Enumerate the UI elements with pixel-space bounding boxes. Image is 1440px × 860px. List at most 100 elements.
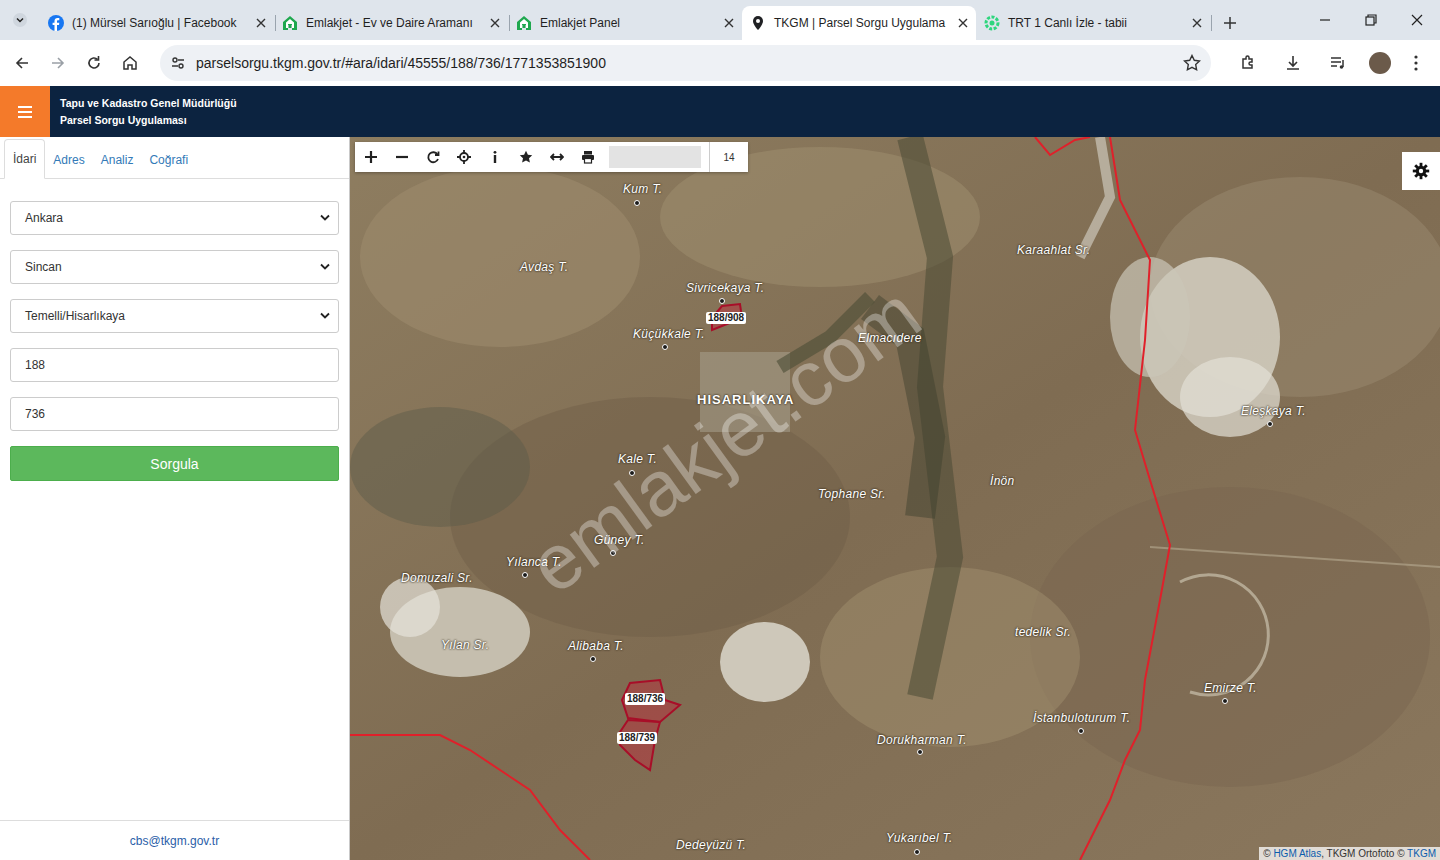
menu-button[interactable] bbox=[1398, 45, 1434, 81]
print-button[interactable] bbox=[572, 142, 603, 172]
parcel-shape[interactable] bbox=[622, 680, 680, 722]
parcel-shape[interactable] bbox=[618, 720, 660, 770]
profile-button[interactable] bbox=[1362, 45, 1398, 81]
district-select[interactable]: Sincan bbox=[10, 250, 339, 284]
gear-icon[interactable] bbox=[1412, 162, 1430, 180]
refresh-icon[interactable] bbox=[426, 150, 440, 164]
chevron-down-icon[interactable] bbox=[320, 214, 330, 222]
media-control-icon[interactable] bbox=[1329, 54, 1347, 72]
back-button[interactable] bbox=[4, 45, 40, 81]
print-icon[interactable] bbox=[581, 150, 595, 164]
panel-tabs: İdariAdresAnalizCoğrafi bbox=[0, 137, 349, 179]
attribution-link[interactable]: TKGM bbox=[1407, 848, 1436, 859]
forward-button[interactable] bbox=[40, 45, 76, 81]
parcel-label[interactable]: 188/908 bbox=[706, 312, 746, 324]
neighborhood-select[interactable]: Temelli/Hisarlıkaya bbox=[10, 299, 339, 333]
bookmark-star-icon[interactable] bbox=[1183, 54, 1201, 72]
window-control[interactable] bbox=[1394, 0, 1440, 40]
hamburger-icon[interactable] bbox=[18, 106, 32, 118]
select-value[interactable]: Ankara bbox=[25, 211, 320, 225]
favorite-star-button[interactable] bbox=[510, 142, 541, 172]
download-icon[interactable] bbox=[1284, 54, 1302, 72]
reload-icon[interactable] bbox=[85, 54, 103, 72]
window-control[interactable] bbox=[1302, 0, 1348, 40]
settings-button[interactable] bbox=[1402, 152, 1440, 190]
browser-tab[interactable]: (1) Mürsel Sarıoğlu | Facebook bbox=[40, 6, 274, 40]
favorite-star-icon[interactable] bbox=[519, 150, 533, 164]
extensions-button[interactable] bbox=[1230, 45, 1266, 81]
attribution-link[interactable]: HGM Atlas bbox=[1273, 848, 1321, 859]
forward-icon[interactable] bbox=[49, 54, 67, 72]
site-info-icon[interactable] bbox=[170, 55, 186, 71]
chevron-down-icon[interactable] bbox=[320, 312, 330, 320]
map-attribution: © HGM Atlas, TKGM Ortofoto © TKGM bbox=[1259, 847, 1440, 860]
province-select[interactable]: Ankara bbox=[10, 201, 339, 235]
restore-icon[interactable] bbox=[1365, 14, 1377, 26]
close-icon[interactable] bbox=[724, 18, 734, 28]
window-control[interactable] bbox=[1348, 0, 1394, 40]
home-button[interactable] bbox=[112, 45, 148, 81]
query-panel: İdariAdresAnalizCoğrafi Ankara Sincan Temel… bbox=[0, 137, 350, 860]
block-input[interactable] bbox=[10, 348, 339, 382]
browser-tab[interactable]: Emlakjet Panel bbox=[508, 6, 742, 40]
panel-tab[interactable]: İdari bbox=[4, 139, 45, 179]
map-view[interactable]: Kum T.Avdaş T.Sivricekaya T.Küçükkale T.… bbox=[350, 137, 1440, 860]
panel-tab[interactable]: Adres bbox=[45, 141, 92, 179]
map-place-label: Karaahlat Sr. bbox=[1017, 242, 1091, 258]
panel-tab[interactable]: Analiz bbox=[93, 141, 142, 179]
chevron-down-icon[interactable] bbox=[320, 263, 330, 271]
map-place-label: Tophane Sr. bbox=[818, 486, 886, 502]
plus-icon[interactable] bbox=[1223, 16, 1237, 30]
close-icon[interactable] bbox=[958, 18, 968, 28]
parcel-label[interactable]: 188/739 bbox=[617, 732, 657, 744]
close-window-icon[interactable] bbox=[1411, 14, 1423, 26]
extensions-icon[interactable] bbox=[1239, 54, 1257, 72]
address-bar[interactable]: parselsorgu.tkgm.gov.tr/#ara/idari/45555… bbox=[160, 45, 1211, 81]
new-tab-button[interactable] bbox=[1210, 6, 1250, 40]
parcel-label[interactable]: 188/736 bbox=[625, 693, 665, 705]
close-icon[interactable] bbox=[490, 18, 500, 28]
info-button[interactable] bbox=[479, 142, 510, 172]
minimize-icon[interactable] bbox=[1319, 14, 1331, 26]
locate-button[interactable] bbox=[448, 142, 479, 172]
panel-tab[interactable]: Coğrafi bbox=[141, 141, 196, 179]
reload-button[interactable] bbox=[76, 45, 112, 81]
contact-email[interactable]: cbs@tkgm.gov.tr bbox=[130, 834, 219, 848]
search-field[interactable] bbox=[609, 146, 701, 168]
refresh-button[interactable] bbox=[417, 142, 448, 172]
tabii-icon bbox=[984, 15, 1000, 31]
close-icon[interactable] bbox=[256, 18, 266, 28]
map-place-label: Kale T. bbox=[618, 451, 657, 467]
browser-tab[interactable]: TRT 1 Canlı İzle - tabii bbox=[976, 6, 1210, 40]
locate-icon[interactable] bbox=[457, 150, 471, 164]
kebab-menu-icon[interactable] bbox=[1414, 55, 1418, 71]
select-value[interactable]: Sincan bbox=[25, 260, 320, 274]
map-place-label: Kum T. bbox=[623, 181, 662, 197]
peak-marker-icon bbox=[634, 200, 640, 206]
info-icon[interactable] bbox=[488, 150, 502, 164]
tab-title: Emlakjet - Ev ve Daire Aramanı bbox=[306, 16, 482, 30]
close-icon[interactable] bbox=[1192, 18, 1202, 28]
measure-icon[interactable] bbox=[550, 150, 564, 164]
tab-search-button[interactable] bbox=[0, 0, 40, 40]
zoom-in-button[interactable] bbox=[355, 142, 386, 172]
media-control-button[interactable] bbox=[1320, 45, 1356, 81]
tab-title: TRT 1 Canlı İzle - tabii bbox=[1008, 16, 1184, 30]
home-icon[interactable] bbox=[121, 54, 139, 72]
back-icon[interactable] bbox=[13, 54, 31, 72]
zoom-out-icon[interactable] bbox=[395, 150, 409, 164]
chevron-down-icon[interactable] bbox=[13, 13, 27, 27]
measure-button[interactable] bbox=[541, 142, 572, 172]
sidebar-toggle[interactable] bbox=[0, 86, 50, 137]
url-text[interactable]: parselsorgu.tkgm.gov.tr/#ara/idari/45555… bbox=[196, 55, 1173, 71]
profile-avatar-icon[interactable] bbox=[1369, 52, 1391, 74]
zoom-in-icon[interactable] bbox=[364, 150, 378, 164]
zoom-out-button[interactable] bbox=[386, 142, 417, 172]
query-button[interactable]: Sorgula bbox=[10, 446, 339, 481]
parcel-input[interactable] bbox=[10, 397, 339, 431]
browser-tab[interactable]: TKGM | Parsel Sorgu Uygulama bbox=[742, 6, 976, 40]
browser-tab[interactable]: Emlakjet - Ev ve Daire Aramanı bbox=[274, 6, 508, 40]
watermark: emlakjet.com bbox=[512, 268, 937, 612]
download-button[interactable] bbox=[1275, 45, 1311, 81]
select-value[interactable]: Temelli/Hisarlıkaya bbox=[25, 309, 320, 323]
